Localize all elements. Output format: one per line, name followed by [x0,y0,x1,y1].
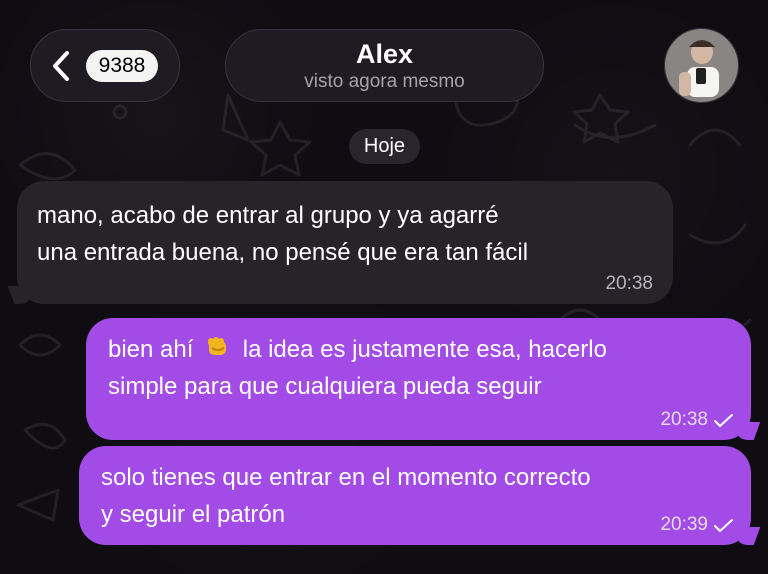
message-text-before-emoji: bien ahí [108,336,194,363]
message-bubble-outgoing[interactable]: bien ahí la idea es justamente esa, hace… [86,318,751,440]
contact-header[interactable]: Alex visto agora mesmo [225,29,544,102]
fist-emoji-icon [204,333,232,361]
message-line: simple para que cualquiera pueda seguir [108,373,542,400]
message-line: solo tienes que entrar en el momento cor… [101,464,591,491]
message-line: mano, acabo de entrar al grupo y ya agar… [37,202,499,229]
date-separator: Hoje [349,129,420,164]
message-bubble-outgoing[interactable]: solo tienes que entrar en el momento cor… [79,446,751,545]
message-text-after-emoji: la idea es justamente esa, hacerlo [242,336,607,363]
unread-count-badge: 9388 [86,49,158,82]
checkmark-icon [714,413,733,427]
message-bubble-incoming[interactable]: mano, acabo de entrar al grupo y ya agar… [17,181,673,304]
back-button[interactable]: 9388 [30,29,180,102]
chevron-left-icon [52,50,70,81]
message-time: 20:39 [660,514,708,535]
contact-status: visto agora mesmo [304,71,465,92]
contact-name: Alex [355,39,414,69]
message-meta: 20:38 [605,274,653,294]
message-meta: 20:39 [660,515,733,535]
message-meta: 20:38 [660,410,733,430]
message-line: y seguir el patrón [101,501,286,528]
message-time: 20:38 [660,409,708,430]
avatar[interactable] [664,28,739,103]
checkmark-icon [714,518,733,532]
message-line: bien ahí la idea es justamente esa, hace… [108,331,729,368]
chat-screen: 9388 Alex visto agora mesmo Hoje mano, a… [0,0,768,574]
message-line: una entrada buena, no pensé que era tan … [37,239,529,266]
message-time: 20:38 [605,273,653,294]
